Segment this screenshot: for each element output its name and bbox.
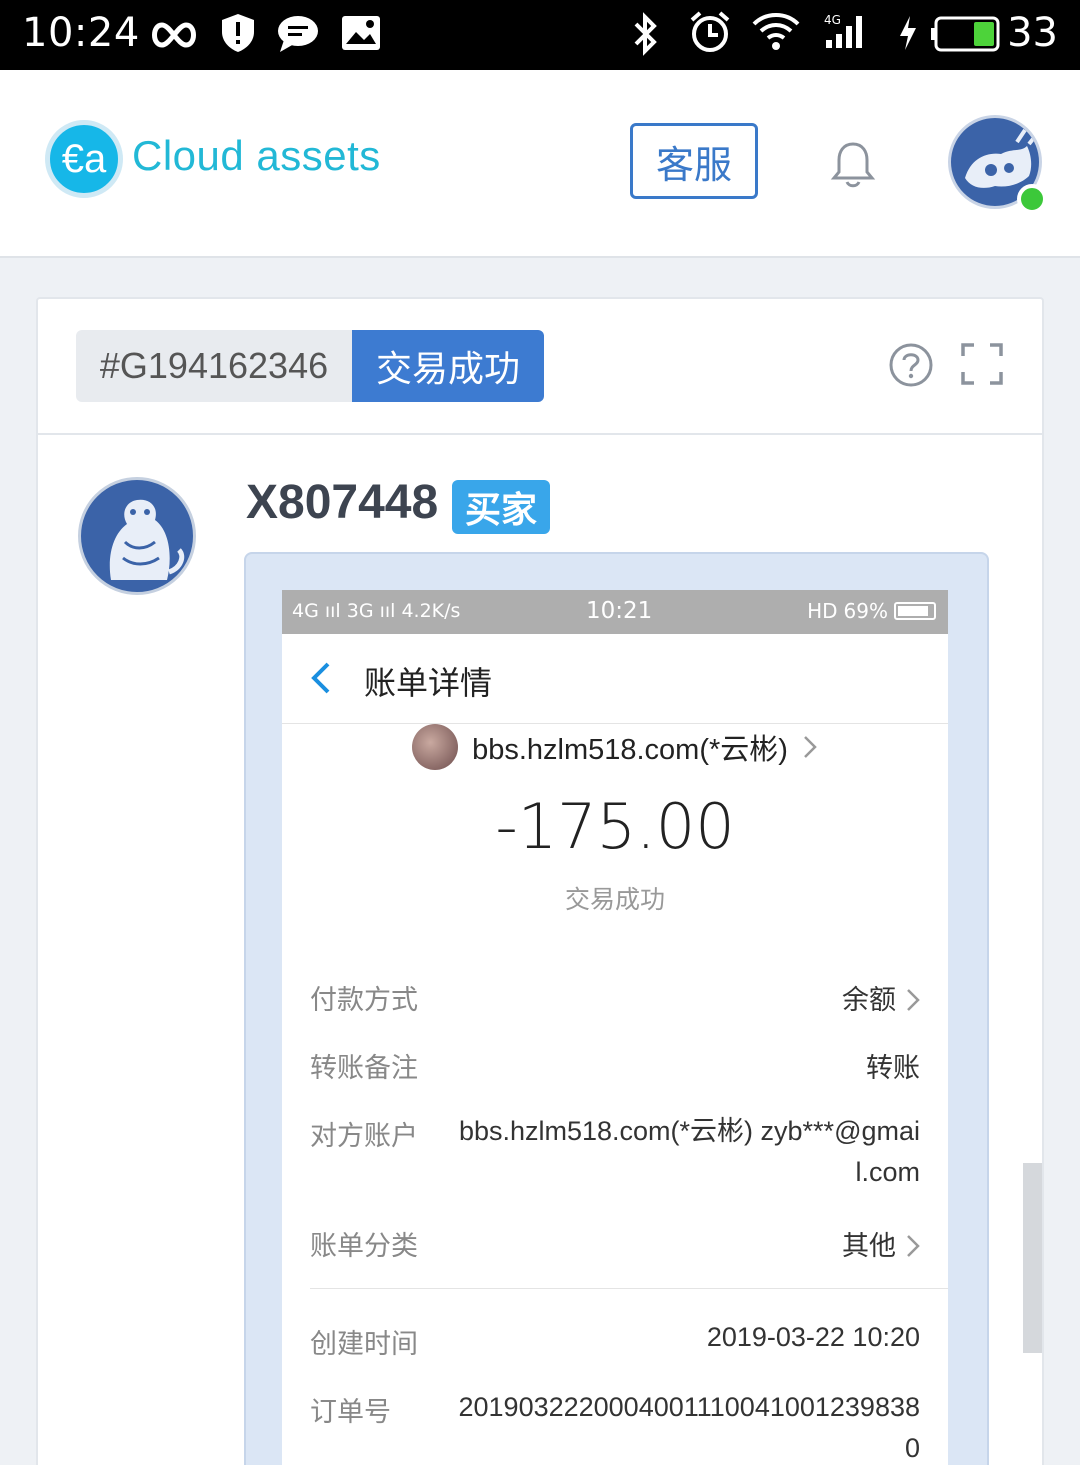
receipt-nav: 账单详情 <box>282 634 948 724</box>
row-value: bbs.hzlm518.com(*云彬) zyb***@gmail.com <box>458 1116 920 1187</box>
row-value: 余额 <box>842 978 920 1017</box>
infinity-icon <box>152 22 196 48</box>
chevron-right-icon <box>804 736 817 758</box>
image-icon <box>342 16 380 50</box>
payee-avatar <box>412 724 459 770</box>
signal-4g-icon: 4G <box>824 13 862 48</box>
receipt-battery-percent: 69% <box>843 599 888 623</box>
customer-service-button[interactable]: 客服 <box>630 123 758 199</box>
card-header: #G194162346 交易成功 <box>38 299 1042 435</box>
chat-bubble-icon <box>278 16 318 52</box>
row-value: 2019-03-22 10:20 <box>706 1322 920 1352</box>
receipt-screenshot[interactable]: 4G ııl 3G ııl 4.2K/s 10:21 HD 69% 账单详情 b… <box>282 590 948 1465</box>
payee-row[interactable]: bbs.hzlm518.com(*云彬) <box>282 722 948 772</box>
receipt-time: 10:21 <box>586 598 653 624</box>
amount: -175.00 <box>495 790 735 863</box>
divider <box>310 1288 948 1289</box>
wifi-icon <box>752 13 800 50</box>
logo-icon: €a <box>45 120 123 198</box>
app-header: €a Cloud assets 客服 <box>0 70 1080 258</box>
help-icon[interactable] <box>888 342 934 388</box>
sender-avatar[interactable] <box>78 477 196 595</box>
status-time: 10:24 <box>22 10 140 56</box>
row-label: 订单号 <box>310 1397 391 1427</box>
receipt-status-bar: 4G ııl 3G ııl 4.2K/s 10:21 HD 69% <box>282 590 948 634</box>
receipt-network: 4G ııl 3G ııl 4.2K/s <box>292 600 461 622</box>
alarm-icon <box>690 11 730 52</box>
sender-name: X807448 <box>246 476 439 529</box>
row-label: 创建时间 <box>310 1329 418 1359</box>
back-arrow-icon[interactable] <box>308 660 332 696</box>
bluetooth-icon <box>634 12 657 56</box>
shield-alert-icon <box>222 14 254 52</box>
order-id: #G194162346 <box>76 330 352 402</box>
fullscreen-icon[interactable] <box>960 342 1004 386</box>
row-value: 20190322200040011100410012398380 <box>458 1392 921 1463</box>
row-value: 转账 <box>866 1053 920 1083</box>
tiger-illustration <box>109 499 185 580</box>
system-status-bar: 10:24 4G 33 <box>0 0 1080 70</box>
chevron-right-icon <box>907 1235 920 1257</box>
svg-text:4G: 4G <box>824 13 841 27</box>
transaction-result: 交易成功 <box>564 886 665 914</box>
row-label: 账单分类 <box>310 1231 418 1261</box>
row-value: 其他 <box>842 1224 920 1263</box>
row-label: 对方账户 <box>310 1121 418 1151</box>
order-status-badge: 交易成功 <box>352 330 544 402</box>
receipt-status-right: HD 69% <box>807 599 936 623</box>
payee-name: bbs.hzlm518.com(*云彬) <box>472 734 788 766</box>
bell-icon[interactable] <box>830 140 876 188</box>
charging-icon <box>900 16 916 50</box>
role-badge: 买家 <box>452 480 550 534</box>
online-status-dot <box>1017 184 1047 214</box>
receipt-title: 账单详情 <box>364 665 493 701</box>
receipt-hd: HD <box>807 599 838 623</box>
row-label: 付款方式 <box>310 985 418 1015</box>
logo-text[interactable]: Cloud assets <box>132 132 381 180</box>
battery-icon <box>931 16 1000 52</box>
receipt-battery-icon <box>894 602 936 620</box>
row-label: 转账备注 <box>310 1053 418 1083</box>
battery-percent: 33 <box>1007 10 1058 56</box>
scrollbar[interactable] <box>1023 1163 1042 1353</box>
chevron-right-icon <box>907 989 920 1011</box>
